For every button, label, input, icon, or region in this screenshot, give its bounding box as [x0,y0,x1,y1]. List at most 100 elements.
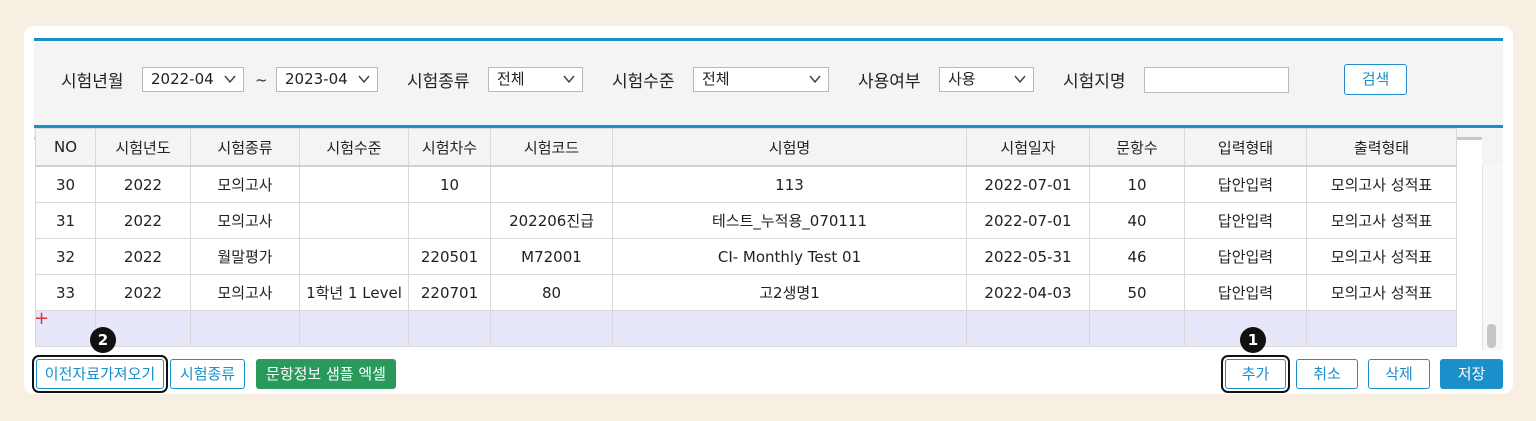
column-header[interactable]: NO [35,128,96,167]
column-header[interactable]: 시험명 [612,128,967,167]
table-cell[interactable] [612,310,967,347]
exam-type-select[interactable]: 전체 [488,67,583,92]
table-cell[interactable]: 220501 [408,238,491,275]
table-cell[interactable]: 2022 [95,202,191,239]
annotation-badge-2: 2 [90,327,116,353]
use-status-select[interactable]: 사용 [939,67,1034,92]
table-row[interactable]: 31 2022 모의고사 202206진급 테스트_누적용_070111 202… [35,202,1457,239]
chevron-down-icon [1014,75,1026,84]
table-cell[interactable] [299,165,409,203]
table-cell[interactable]: 2022-05-31 [966,238,1090,275]
exam-type-value: 전체 [497,70,525,88]
annotation-badge-1: 1 [1240,327,1266,353]
new-row-plus-icon: + [34,308,50,329]
table-cell[interactable]: 모의고사 [190,274,300,311]
table-cell[interactable] [490,310,613,347]
table-cell[interactable] [190,310,300,347]
table-row[interactable]: 30 2022 모의고사 10 113 2022-07-01 10 답안입력 모… [35,165,1457,203]
table-cell[interactable]: 모의고사 성적표 [1306,274,1457,311]
table-cell[interactable]: 테스트_누적용_070111 [612,202,967,239]
use-status-label: 사용여부 [858,72,921,92]
table-row[interactable]: 32 2022 월말평가 220501 M72001 CI- Monthly T… [35,238,1457,275]
table-cell[interactable]: 2022-07-01 [966,165,1090,203]
table-cell[interactable] [1306,310,1457,347]
table-cell[interactable]: 202206진급 [490,202,613,239]
column-header[interactable]: 시험일자 [966,128,1090,167]
chevron-down-icon [358,75,370,84]
table-cell[interactable] [299,310,409,347]
column-header[interactable]: 시험종류 [190,128,300,167]
table-cell[interactable]: 답안입력 [1184,165,1307,203]
table-cell[interactable]: 10 [1089,165,1185,203]
table-cell[interactable]: 32 [35,238,96,275]
column-header[interactable]: 출력형태 [1306,128,1457,167]
table-cell[interactable]: 2022 [95,238,191,275]
table-cell[interactable]: 220701 [408,274,491,311]
exam-type-button[interactable]: 시험종류 [170,359,245,389]
save-button[interactable]: 저장 [1440,359,1503,389]
table-cell[interactable]: 30 [35,165,96,203]
table-cell[interactable]: 50 [1089,274,1185,311]
table-cell[interactable]: 40 [1089,202,1185,239]
exam-type-label: 시험종류 [407,72,470,92]
column-header[interactable]: 시험년도 [95,128,191,167]
table-cell[interactable]: 80 [490,274,613,311]
table-cell[interactable]: 모의고사 [190,165,300,203]
table-cell[interactable]: 1학년 1 Level [299,274,409,311]
table-cell[interactable]: 2022 [95,165,191,203]
chevron-down-icon [224,75,236,84]
table-cell[interactable]: 2022-04-03 [966,274,1090,311]
table-cell[interactable] [299,238,409,275]
column-header[interactable]: 시험수준 [299,128,409,167]
import-previous-data-button[interactable]: 이전자료가져오기 [32,355,168,393]
to-month-select[interactable]: 2023-04 [276,67,378,92]
sample-excel-button[interactable]: 문항정보 샘플 엑셀 [256,359,396,389]
cancel-button[interactable]: 취소 [1296,359,1358,389]
scrollbar-thumb[interactable] [1487,324,1496,348]
column-header[interactable]: 문항수 [1089,128,1185,167]
year-month-label: 시험년월 [61,72,124,92]
table-cell[interactable]: 모의고사 성적표 [1306,238,1457,275]
table-cell[interactable]: 월말평가 [190,238,300,275]
table-header-row: NO 시험년도 시험종류 시험수준 시험차수 시험코드 시험명 시험일자 문항수… [35,128,1457,167]
exam-level-value: 전체 [702,70,730,88]
table-cell[interactable]: 46 [1089,238,1185,275]
table-cell[interactable]: 113 [612,165,967,203]
table-cell[interactable]: 2022-07-01 [966,202,1090,239]
table-cell[interactable]: 답안입력 [1184,274,1307,311]
column-header[interactable]: 시험차수 [408,128,491,167]
table-cell[interactable]: 2022 [95,274,191,311]
table-cell[interactable] [408,310,491,347]
table-cell[interactable]: CI- Monthly Test 01 [612,238,967,275]
table-cell[interactable]: 33 [35,274,96,311]
table-cell[interactable] [966,310,1090,347]
table-cell[interactable]: 10 [408,165,491,203]
from-month-value: 2022-04 [151,70,214,88]
table-cell[interactable]: 답안입력 [1184,238,1307,275]
table-cell[interactable]: M72001 [490,238,613,275]
table-cell[interactable]: 모의고사 성적표 [1306,202,1457,239]
add-button[interactable]: 추가 [1221,355,1290,393]
search-button[interactable]: 검색 [1344,64,1407,95]
delete-button[interactable]: 삭제 [1368,359,1430,389]
exam-table: NO 시험년도 시험종류 시험수준 시험차수 시험코드 시험명 시험일자 문항수… [35,128,1457,347]
table-cell[interactable]: 답안입력 [1184,202,1307,239]
range-separator: ~ [255,71,268,89]
table-cell[interactable]: 모의고사 [190,202,300,239]
table-row[interactable]: 33 2022 모의고사 1학년 1 Level 220701 80 고2생명1… [35,274,1457,311]
table-cell[interactable]: 31 [35,202,96,239]
column-header[interactable]: 시험코드 [490,128,613,167]
exam-level-select[interactable]: 전체 [693,67,829,92]
use-status-value: 사용 [948,70,976,88]
table-cell[interactable] [299,202,409,239]
column-header[interactable]: 입력형태 [1184,128,1307,167]
table-cell[interactable] [1089,310,1185,347]
exam-level-label: 시험수준 [612,72,675,92]
from-month-select[interactable]: 2022-04 [142,67,244,92]
table-cell[interactable] [490,165,613,203]
exam-name-label: 시험지명 [1063,72,1126,92]
table-cell[interactable]: 모의고사 성적표 [1306,165,1457,203]
table-cell[interactable]: 고2생명1 [612,274,967,311]
table-cell[interactable] [408,202,491,239]
exam-name-input[interactable] [1144,67,1289,93]
